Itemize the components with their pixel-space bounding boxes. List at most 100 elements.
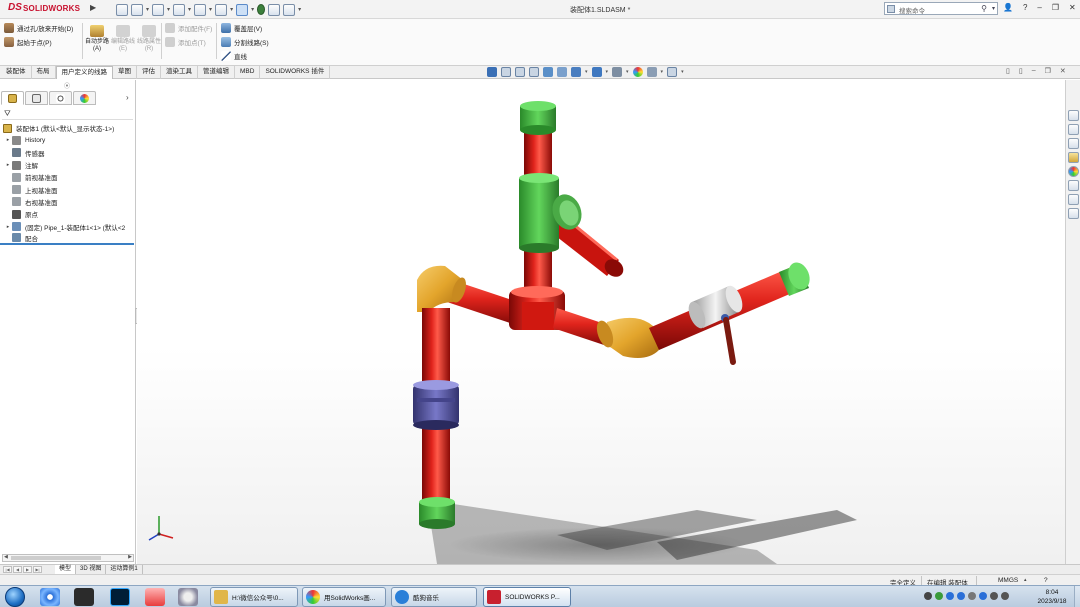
pinned-app-icon[interactable] [145, 588, 165, 606]
cover-layer-button[interactable]: 覆盖层(V) [221, 23, 262, 33]
filter-icon[interactable]: ⛛ [4, 109, 11, 119]
tab-feature-manager[interactable] [1, 91, 24, 105]
bottom-tab-0[interactable]: 模型 [55, 565, 77, 574]
view-orientation-cube-icon[interactable] [571, 67, 581, 77]
first-tab-icon[interactable]: |◀ [3, 566, 12, 573]
additional-pane-icon[interactable] [1068, 208, 1079, 219]
tree-item[interactable]: ▸ (固定) Pipe_1-装配体1<1> (默认<2 [0, 220, 136, 232]
chevron-down-icon[interactable]: ▾ [298, 6, 301, 13]
chevron-up-icon[interactable]: ▴ [1024, 577, 1027, 583]
appearances-scenes-icon[interactable] [1068, 166, 1079, 177]
help-status-icon[interactable]: ? [1044, 577, 1048, 584]
hide-show-items-icon[interactable] [612, 67, 623, 77]
chevron-down-icon[interactable]: ▾ [661, 69, 664, 75]
expand-arrow-icon[interactable]: ▸ [4, 137, 12, 143]
expand-arrow-icon[interactable]: ▸ [4, 224, 12, 230]
apply-scene-icon[interactable] [646, 67, 657, 77]
tree-item[interactable]: 右视基准面 [0, 196, 136, 208]
start-button[interactable] [5, 587, 25, 607]
close-icon[interactable]: ✕ [1069, 3, 1076, 12]
display-style-icon[interactable] [591, 67, 602, 77]
bottom-tab-1[interactable]: 3D 视图 [76, 565, 107, 574]
tray-icon[interactable] [979, 592, 987, 600]
search-icon[interactable]: ⚲ [981, 4, 987, 13]
bottom-cap[interactable] [419, 497, 455, 529]
restore-window-icon[interactable]: ▯ [1019, 67, 1023, 75]
right-elbow-fitting[interactable] [594, 317, 659, 358]
select-pointer-icon[interactable] [236, 3, 249, 16]
save-icon[interactable] [173, 3, 186, 16]
tray-icon[interactable] [957, 592, 965, 600]
search-commands-input[interactable]: 搜索命令 ⚲ ▾ [884, 2, 998, 15]
tab-1[interactable]: 布局 [32, 66, 56, 79]
view-orientation-icon[interactable] [487, 67, 497, 77]
chevron-down-icon[interactable]: ▾ [251, 6, 254, 13]
menu-expand-arrow[interactable]: ▶ [90, 3, 96, 12]
chevron-down-icon[interactable]: ▾ [585, 69, 588, 75]
edit-appearance-icon[interactable] [632, 67, 643, 77]
pinned-app-icon[interactable] [40, 588, 60, 606]
tray-icon[interactable] [968, 592, 976, 600]
graphics-area[interactable] [137, 80, 1065, 564]
chevron-down-icon[interactable]: ▾ [626, 69, 629, 75]
prev-tab-icon[interactable]: ◀ [13, 566, 22, 573]
route-through-clamp-button[interactable]: 通过孔/放来开始(D) [4, 23, 73, 33]
custom-properties-icon[interactable] [1068, 180, 1079, 191]
tab-4[interactable]: 评估 [137, 66, 161, 79]
tree-item[interactable]: ▸ 注解 [0, 159, 136, 171]
more-tabs-chevron-icon[interactable]: › [126, 93, 129, 102]
tray-icon[interactable] [946, 592, 954, 600]
pipe-assembly-model[interactable] [137, 80, 1065, 564]
network-icon[interactable] [990, 592, 998, 600]
tab-3[interactable]: 草图 [113, 66, 137, 79]
solidworks-logo[interactable]: DS SOLIDWORKS [8, 2, 88, 17]
tree-item[interactable]: 配合 [0, 233, 134, 245]
undo-icon[interactable] [215, 3, 228, 16]
volume-icon[interactable] [1001, 592, 1009, 600]
chevron-down-icon[interactable]: ▾ [209, 6, 212, 13]
next-tab-icon[interactable]: ▶ [23, 566, 32, 573]
route-properties-button[interactable]: 线路属性(R) [137, 25, 161, 53]
options-gear-icon[interactable] [283, 3, 296, 16]
straight-line-button[interactable]: 直线 [221, 51, 247, 61]
chevron-down-icon[interactable]: ▾ [188, 6, 191, 13]
edit-route-button[interactable]: 编辑路线(E) [111, 25, 135, 53]
user-icon[interactable]: 👤 [1003, 3, 1013, 12]
solidworks-forum-icon[interactable] [1068, 194, 1079, 205]
print-icon[interactable] [194, 3, 207, 16]
chevron-down-icon[interactable]: ▾ [167, 6, 170, 13]
tab-configuration-manager[interactable] [49, 91, 72, 105]
unit-system[interactable]: MMGS [998, 577, 1018, 584]
tab-0[interactable]: 装配体 [1, 66, 32, 79]
previous-view-icon[interactable] [529, 67, 539, 77]
show-desktop-button[interactable] [1074, 586, 1080, 607]
dynamic-annotation-icon[interactable] [557, 67, 567, 77]
panel-grip-icon[interactable]: ⦿ [64, 81, 70, 90]
tree-item[interactable]: ▸ History [0, 134, 136, 146]
tree-item[interactable]: 前视基准面 [0, 171, 136, 183]
pinned-app-icon[interactable] [74, 588, 94, 606]
open-folder-icon[interactable] [152, 3, 165, 16]
minimize-window-icon[interactable]: – [1032, 67, 1036, 75]
file-properties-icon[interactable] [268, 3, 281, 16]
chevron-down-icon[interactable]: ▾ [992, 5, 995, 12]
chevron-down-icon[interactable]: ▾ [606, 69, 609, 75]
tab-display-manager[interactable] [73, 91, 96, 105]
restore-icon[interactable]: ❐ [1052, 3, 1059, 12]
tree-horizontal-scrollbar[interactable]: ◀ ▶ [2, 554, 134, 562]
section-view-icon[interactable] [543, 67, 553, 77]
help-icon[interactable]: ? [1023, 3, 1027, 12]
new-document-icon[interactable] [131, 3, 143, 16]
maximize-window-icon[interactable]: ❐ [1045, 67, 1051, 75]
split-route-button[interactable]: 分割线路(S) [221, 37, 269, 47]
add-fitting-button[interactable]: 添加配件(F) [165, 23, 212, 33]
tree-root-assembly[interactable]: 装配体1 (默认<默认_显示状态-1>) [0, 122, 136, 134]
tab-8[interactable]: SOLIDWORKS 插件 [260, 66, 331, 79]
taskbar-window-solidworks[interactable]: SOLIDWORKS P... [483, 587, 571, 607]
start-at-point-button[interactable]: 起始于点(P) [4, 37, 52, 47]
tab-2[interactable]: 用户定义的线路 [55, 66, 113, 79]
tree-item[interactable]: 原点 [0, 208, 136, 220]
close-window-icon[interactable]: ✕ [1060, 67, 1066, 75]
taskbar-window-music[interactable]: 酷狗音乐 [391, 587, 477, 607]
view-settings-icon[interactable] [667, 67, 678, 77]
